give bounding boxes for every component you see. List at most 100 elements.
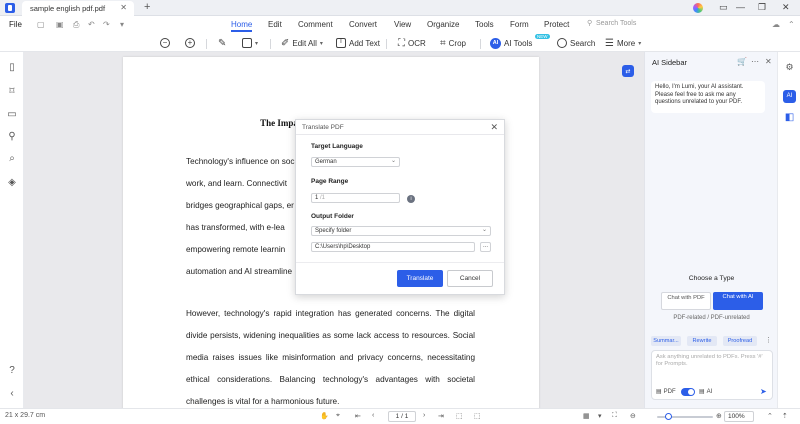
maximize-icon[interactable]: ❐ bbox=[758, 2, 766, 13]
more-options-icon[interactable]: ⋯ bbox=[751, 57, 759, 66]
search-icon[interactable]: ⌕ bbox=[6, 153, 18, 164]
page-thumbnail-icon[interactable]: ▯ bbox=[6, 62, 18, 73]
collapse-ribbon-icon[interactable]: ⌃ bbox=[788, 20, 795, 29]
zoom-out-icon[interactable]: ⊖ bbox=[630, 412, 636, 420]
tab-convert[interactable]: Convert bbox=[349, 20, 377, 29]
notification-icon[interactable]: ▭ bbox=[719, 2, 728, 13]
crop-button[interactable]: ⌗ Crop bbox=[440, 36, 466, 50]
translate-button[interactable]: Translate bbox=[397, 270, 443, 287]
close-window-icon[interactable]: ✕ bbox=[782, 2, 790, 13]
cart-icon[interactable]: 🛒 bbox=[737, 57, 747, 66]
ai-option[interactable]: ▤ AI bbox=[699, 388, 712, 396]
chat-with-ai-button[interactable]: Chat with AI bbox=[713, 292, 763, 310]
target-language-select[interactable]: German ⌄ bbox=[311, 157, 400, 167]
more-button[interactable]: ☰ More ▾ bbox=[605, 36, 641, 50]
rewrite-chip[interactable]: Rewrite bbox=[687, 336, 717, 346]
output-folder-select[interactable]: Specify folder ⌄ bbox=[311, 226, 491, 236]
tab-protect[interactable]: Protect bbox=[544, 20, 569, 29]
tab-home[interactable]: Home bbox=[231, 20, 253, 32]
browse-folder-button[interactable]: ... bbox=[480, 242, 491, 252]
search-tools-icon[interactable]: ⚲ bbox=[587, 19, 592, 27]
toolbar-divider bbox=[386, 39, 387, 49]
proofread-chip[interactable]: Proofread bbox=[723, 336, 757, 346]
home-toolbar: − + ✎ ▾ ✐ Edit All ▾ T Add Text ⛶ OCR ⌗ Crop … bbox=[0, 34, 800, 52]
document-tab-title: sample english pdf.pdf bbox=[30, 4, 106, 13]
select-tool-icon[interactable]: ⌖ bbox=[336, 412, 340, 420]
open-file-icon[interactable]: ▢ bbox=[37, 20, 45, 29]
edit-all-button[interactable]: ✐ Edit All ▾ bbox=[281, 36, 323, 50]
shape-button[interactable]: ▾ bbox=[242, 36, 258, 50]
minimize-icon[interactable]: — bbox=[736, 2, 745, 12]
zoom-out-button[interactable]: − bbox=[160, 36, 170, 50]
last-page-icon[interactable]: ⇥ bbox=[438, 412, 444, 420]
paragraph-line: ethical considerations. Balancing techno… bbox=[186, 375, 475, 384]
pdf-option[interactable]: ▤ PDF bbox=[656, 388, 676, 396]
paragraph-line: work, and learn. Connectivit bbox=[186, 179, 288, 188]
scroll-top-icon[interactable]: ⇡ bbox=[782, 412, 788, 420]
user-avatar[interactable] bbox=[693, 3, 703, 13]
close-icon[interactable]: ✕ bbox=[765, 57, 772, 66]
cancel-button[interactable]: Cancel bbox=[447, 270, 493, 287]
close-icon[interactable]: ✕ bbox=[490, 122, 498, 133]
redo-icon[interactable]: ↷ bbox=[103, 20, 110, 29]
zoom-level-select[interactable]: 100% bbox=[724, 411, 754, 422]
ai-sidebar-toggle[interactable]: AI bbox=[783, 90, 796, 103]
collapse-left-icon[interactable]: ‹ bbox=[6, 388, 18, 399]
highlight-button[interactable]: ✎ bbox=[218, 36, 226, 50]
ocr-button[interactable]: ⛶ OCR bbox=[398, 36, 426, 50]
send-icon[interactable]: ➤ bbox=[760, 387, 767, 396]
undo-icon[interactable]: ↶ bbox=[88, 20, 95, 29]
info-icon[interactable]: i bbox=[407, 195, 415, 203]
mode-toggle[interactable] bbox=[681, 388, 695, 396]
quick-access-dropdown-icon[interactable]: ▾ bbox=[120, 20, 124, 29]
add-text-button[interactable]: T Add Text bbox=[336, 36, 380, 50]
ai-chat-input[interactable]: Ask anything unrelated to PDFs. Press '#… bbox=[651, 350, 773, 400]
layers-icon[interactable]: ◈ bbox=[6, 177, 18, 188]
ai-input-placeholder: Ask anything unrelated to PDFs. Press '#… bbox=[656, 354, 763, 367]
page-number-input[interactable]: 1 / 1 bbox=[388, 411, 416, 422]
more-prompts-icon[interactable]: ⋮ bbox=[765, 336, 772, 344]
document-tab[interactable]: sample english pdf.pdf ✕ bbox=[22, 1, 134, 16]
comment-icon[interactable]: ▭ bbox=[6, 109, 18, 120]
tab-view[interactable]: View bbox=[394, 20, 411, 29]
zoom-in-button[interactable]: + bbox=[185, 36, 195, 50]
page-layout-icon[interactable]: ▦ bbox=[583, 412, 590, 420]
collapse-up-icon[interactable]: ⌃ bbox=[767, 412, 773, 420]
prev-page-icon[interactable]: ‹ bbox=[372, 412, 374, 419]
upload-cloud-icon[interactable]: ☁ bbox=[772, 20, 780, 29]
search-icon bbox=[557, 38, 567, 48]
fit-width-icon[interactable]: ⬚ bbox=[474, 412, 481, 420]
ai-tools-button[interactable]: AI AI Tools bbox=[490, 36, 532, 50]
bookmark-icon[interactable]: ⌑ bbox=[6, 86, 18, 97]
tab-edit[interactable]: Edit bbox=[268, 20, 282, 29]
tab-organize[interactable]: Organize bbox=[427, 20, 459, 29]
hand-tool-icon[interactable]: ✋ bbox=[320, 412, 329, 420]
search-tools-input[interactable]: Search Tools bbox=[596, 20, 636, 27]
fit-page-icon[interactable]: ⬚ bbox=[456, 412, 463, 420]
properties-icon[interactable]: ⚙ bbox=[783, 62, 796, 73]
help-icon[interactable]: ? bbox=[6, 365, 18, 376]
fullscreen-icon[interactable]: ⛶ bbox=[612, 412, 617, 420]
file-menu[interactable]: File bbox=[9, 20, 22, 29]
office-icon[interactable]: ◧ bbox=[783, 112, 796, 125]
chat-with-pdf-button[interactable]: Chat with PDF bbox=[661, 292, 711, 310]
save-icon[interactable]: ▣ bbox=[56, 20, 64, 29]
floating-ai-button[interactable]: ⇄ bbox=[622, 65, 634, 77]
zoom-slider-handle[interactable] bbox=[665, 413, 672, 420]
new-tab-icon[interactable]: + bbox=[144, 1, 150, 13]
chevron-down-icon[interactable]: ▾ bbox=[598, 412, 602, 420]
tab-tools[interactable]: Tools bbox=[475, 20, 494, 29]
summarize-chip[interactable]: Summar... bbox=[651, 336, 681, 346]
print-icon[interactable]: ⎙ bbox=[73, 20, 79, 30]
zoom-in-icon[interactable]: ⊕ bbox=[716, 412, 722, 420]
attachment-icon[interactable]: ⚲ bbox=[6, 131, 18, 142]
search-label: Search bbox=[570, 38, 596, 48]
output-path-input[interactable]: C:\Users\hp\Desktop bbox=[311, 242, 475, 252]
tab-form[interactable]: Form bbox=[510, 20, 529, 29]
first-page-icon[interactable]: ⇤ bbox=[355, 412, 361, 420]
search-button[interactable]: Search bbox=[557, 36, 595, 50]
tab-comment[interactable]: Comment bbox=[298, 20, 333, 29]
close-tab-icon[interactable]: ✕ bbox=[120, 3, 127, 12]
page-range-input[interactable]: 1 /1 bbox=[311, 193, 400, 203]
next-page-icon[interactable]: › bbox=[423, 412, 425, 419]
